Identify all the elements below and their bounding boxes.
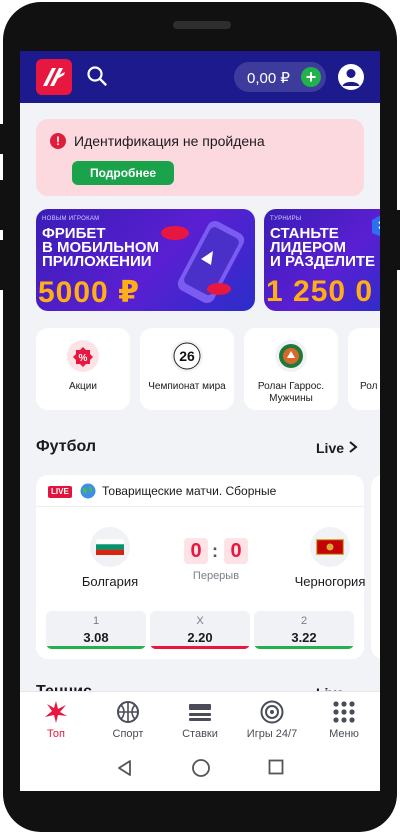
team1-flag: [90, 527, 130, 567]
match-period: Перерыв: [192, 570, 240, 582]
category-label: Акции: [69, 381, 97, 392]
phone-side-button: [0, 124, 4, 154]
category-promotions[interactable]: % Акции: [36, 328, 130, 410]
chevron-right-icon[interactable]: [347, 440, 359, 454]
banner-tag: ТУРНИРЫ: [270, 216, 302, 222]
bottom-navigation: Топ Спорт Ставки Игры 24/7 Меню: [20, 691, 380, 743]
phone-side-button: [0, 180, 4, 230]
roland-garros-icon: [275, 340, 307, 372]
phone-illustration-icon: [161, 220, 245, 304]
team2-flag: [310, 527, 350, 567]
warning-icon: !: [50, 133, 66, 149]
alert-text: Идентификация не пройдена: [74, 133, 265, 149]
identification-alert: ! Идентификация не пройдена Подробнее: [36, 119, 364, 196]
category-world-cup[interactable]: 26 Чемпионат мира: [140, 328, 234, 410]
odd-trend-bar: [150, 646, 250, 649]
category-label: Ролан Гаррос. Мужчины: [257, 381, 325, 404]
world-cup-icon: 26: [171, 340, 203, 372]
back-icon[interactable]: [116, 759, 132, 777]
phone-side-button: [0, 240, 4, 290]
odd-button-away[interactable]: 2 3.22: [254, 611, 354, 649]
team2-name: Черногория: [294, 574, 366, 589]
banner-amount: 1 250 0: [266, 275, 374, 308]
live-link[interactable]: Live: [316, 440, 344, 456]
svg-text:%: %: [79, 353, 88, 364]
odd-label: 2: [300, 615, 308, 627]
nav-label: Спорт: [112, 728, 144, 740]
home-icon[interactable]: [191, 758, 211, 778]
odd-label: 1: [92, 615, 100, 627]
banner-title-line: ПРИЛОЖЕНИИ: [42, 253, 152, 270]
category-label: Рол Ж: [360, 381, 380, 392]
recents-icon[interactable]: [268, 759, 284, 775]
odd-value: 3.22: [291, 630, 317, 645]
nav-item-menu[interactable]: Меню: [308, 692, 380, 744]
odd-button-draw[interactable]: X 2.20: [150, 611, 250, 649]
nav-label: Игры 24/7: [246, 728, 298, 740]
ball-icon: [117, 701, 139, 723]
logo-icon[interactable]: [36, 59, 72, 95]
app-screen: 0,00 ₽ + ! Идентификация не пройдена Под…: [20, 51, 380, 791]
promo-banner-freebet[interactable]: НОВЫМ ИГРОКАМ ФРИБЕТ В МОБИЛЬНОМ ПРИЛОЖЕ…: [36, 209, 255, 311]
promo-banner-tournament[interactable]: ТУРНИРЫ СТАНЬТЕ ЛИДЕРОМ И РАЗДЕЛИТЕ 1 25…: [264, 209, 380, 311]
montenegro-flag-icon: [316, 539, 344, 555]
grid-icon: [333, 701, 355, 723]
chevron-badge-icon: [372, 215, 380, 237]
svg-text:26: 26: [179, 348, 195, 364]
system-navigation-bar: [20, 743, 380, 791]
next-match-card[interactable]: [371, 475, 380, 659]
odd-value: 3.08: [83, 630, 109, 645]
odd-label: X: [196, 615, 204, 627]
banner-title: СТАНЬТЕ ЛИДЕРОМ И РАЗДЕЛИТЕ: [270, 226, 376, 270]
live-badge: LIVE: [48, 486, 72, 498]
nav-label: Топ: [47, 728, 65, 740]
match-card[interactable]: LIVE Товарищеские матчи. Сборные Болгари…: [36, 475, 365, 659]
odd-value: 2.20: [187, 630, 213, 645]
banner-title: ФРИБЕТ В МОБИЛЬНОМ ПРИЛОЖЕНИИ: [42, 226, 159, 270]
category-roland-garros-men[interactable]: Ролан Гаррос. Мужчины: [244, 328, 338, 410]
profile-icon[interactable]: [338, 64, 364, 90]
category-roland-garros-women[interactable]: Рол Ж: [348, 328, 380, 410]
banner-title-line: И РАЗДЕЛИТЕ: [270, 253, 376, 270]
nav-item-bets[interactable]: Ставки: [164, 692, 236, 744]
bulgaria-flag-icon: [96, 539, 124, 555]
score-team2: 0: [224, 538, 248, 564]
section-title-football: Футбол: [36, 438, 97, 455]
details-button[interactable]: Подробнее: [72, 161, 174, 185]
search-icon[interactable]: [86, 65, 108, 87]
balance-pill[interactable]: 0,00 ₽ +: [234, 62, 326, 92]
phone-power-button: [396, 210, 400, 270]
score-team1: 0: [184, 538, 208, 564]
odd-trend-bar: [46, 646, 146, 649]
target-icon: [260, 700, 284, 724]
balance-amount: 0,00 ₽: [247, 70, 290, 87]
nav-label: Меню: [329, 728, 359, 740]
team1-name: Болгария: [81, 574, 139, 589]
league-name: Товарищеские матчи. Сборные: [102, 484, 277, 498]
app-header: 0,00 ₽ +: [20, 51, 380, 103]
nav-item-games[interactable]: Игры 24/7: [236, 692, 308, 744]
phone-speaker: [173, 21, 231, 29]
nav-item-sport[interactable]: Спорт: [92, 692, 164, 744]
nav-item-top[interactable]: Топ: [20, 692, 92, 744]
card-divider: [36, 506, 364, 507]
odd-button-home[interactable]: 1 3.08: [46, 611, 146, 649]
promo-icon: %: [67, 340, 99, 372]
nav-label: Ставки: [182, 728, 218, 740]
star-burst-icon: [45, 701, 67, 723]
score-separator: :: [212, 541, 218, 561]
deposit-button[interactable]: +: [301, 67, 321, 87]
globe-icon: [80, 483, 96, 499]
odd-trend-bar: [254, 646, 354, 649]
bets-icon: [189, 704, 211, 721]
banner-amount: 5000 ₽: [38, 276, 140, 309]
category-label: Чемпионат мира: [148, 381, 226, 392]
banner-tag: НОВЫМ ИГРОКАМ: [42, 216, 100, 222]
